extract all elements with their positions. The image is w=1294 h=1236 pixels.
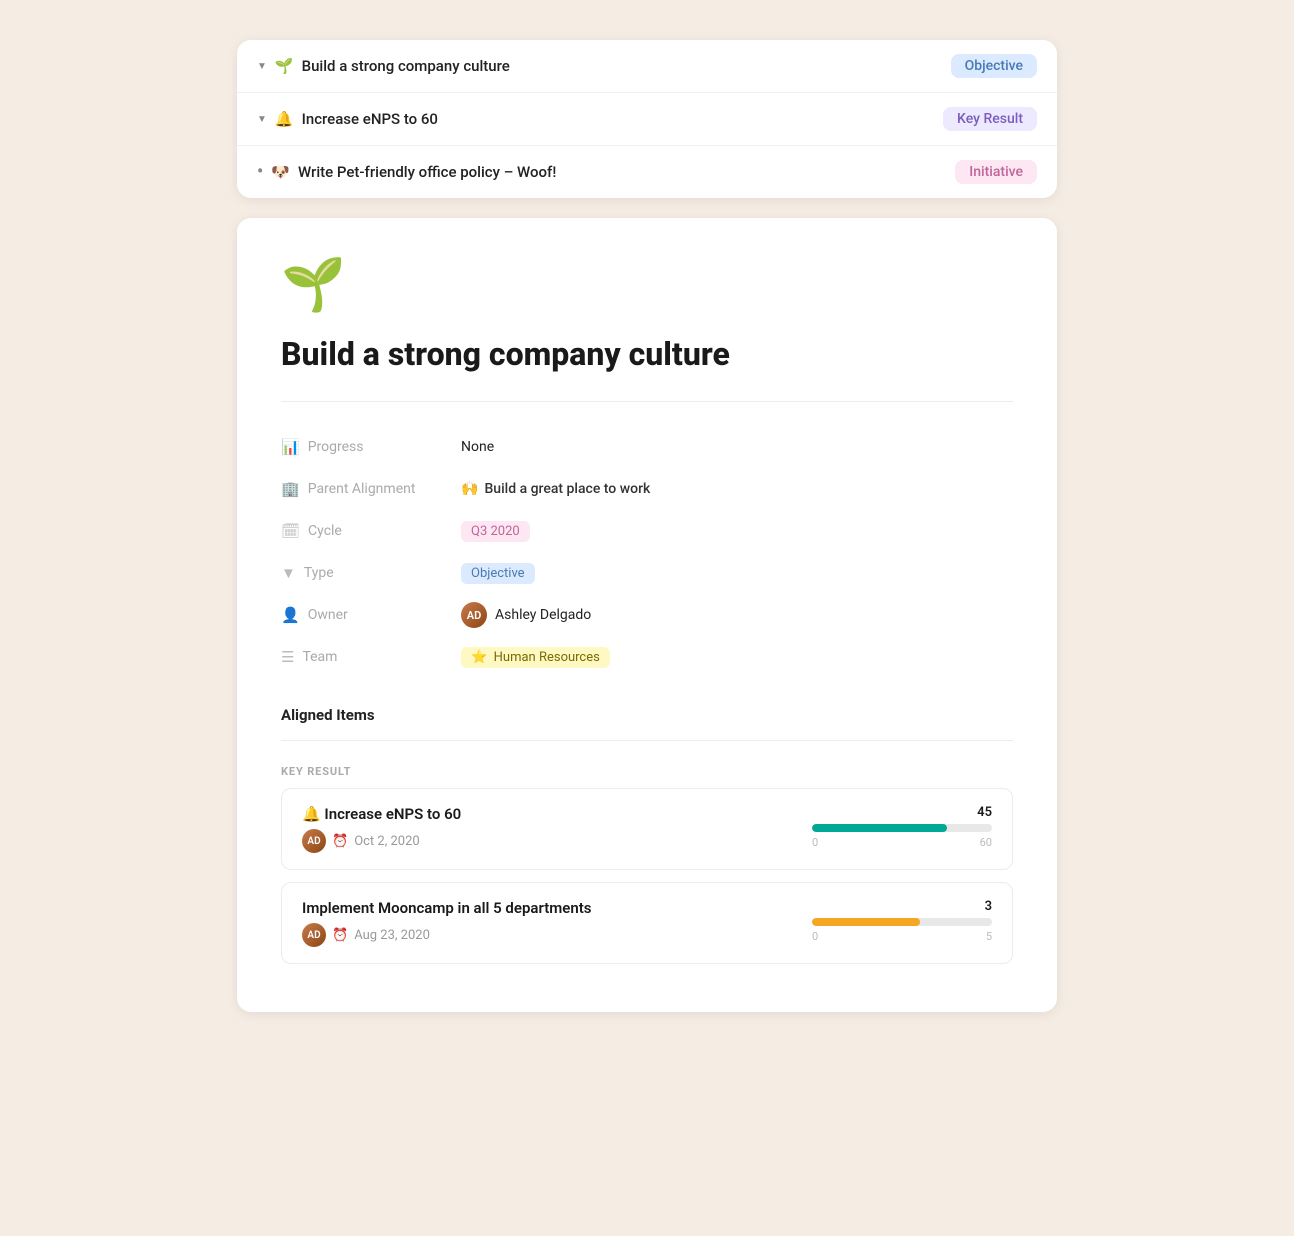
aligned-card-title-1: Implement Mooncamp in all 5 departments: [302, 899, 591, 917]
initiative-badge: Initiative: [955, 160, 1037, 184]
progress-range-0: 0 60: [812, 836, 992, 849]
clock-icon-0: ⏰: [332, 834, 348, 849]
aligned-card-0[interactable]: 🔔 Increase eNPS to 60 AD ⏰ Oct 2, 2020 4…: [281, 788, 1013, 870]
keyresult-badge: Key Result: [943, 107, 1037, 131]
parent-link[interactable]: 🙌 Build a great place to work: [461, 481, 1013, 497]
aligned-card-meta-1: AD ⏰ Aug 23, 2020: [302, 923, 591, 947]
owner-name: Ashley Delgado: [495, 607, 591, 623]
divider: [281, 401, 1013, 402]
team-emoji: ⭐: [471, 650, 487, 665]
team-badge[interactable]: ⭐ Human Resources: [461, 647, 610, 668]
aligned-items-title: Aligned Items: [281, 706, 1013, 724]
hierarchy-item-keyresult: ▼ 🔔 Increase eNPS to 60: [257, 110, 438, 128]
range-end-0: 60: [980, 836, 992, 849]
progress-section-0: 45 0 60: [812, 805, 992, 849]
chevron-icon: ▼: [257, 61, 267, 72]
meta-row-progress: 📊 Progress None: [281, 426, 1013, 468]
range-start-1: 0: [812, 930, 818, 943]
owner-row: AD Ashley Delgado: [461, 602, 1013, 628]
type-icon: ▼: [281, 564, 296, 582]
aligned-card-title-0: 🔔 Increase eNPS to 60: [302, 805, 461, 823]
detail-panel: 🌱 Build a strong company culture 📊 Progr…: [237, 218, 1057, 1012]
detail-title: Build a strong company culture: [281, 335, 1013, 373]
parent-emoji: 🙌: [461, 481, 478, 497]
avatar: AD: [461, 602, 487, 628]
aligned-card-1[interactable]: Implement Mooncamp in all 5 departments …: [281, 882, 1013, 964]
meta-row-team: ☰ Team ⭐ Human Resources: [281, 636, 1013, 678]
clock-icon-1: ⏰: [332, 928, 348, 943]
progress-bar-fill-1: [812, 918, 920, 926]
progress-section-1: 3 0 5: [812, 899, 992, 943]
objective-label: Build a strong company culture: [302, 57, 510, 75]
progress-value-1: 3: [812, 899, 992, 914]
type-badge[interactable]: Objective: [461, 563, 535, 584]
team-icon: ☰: [281, 648, 294, 666]
meta-row-type: ▼ Type Objective: [281, 552, 1013, 594]
progress-bar-container-0: [812, 824, 992, 832]
range-end-1: 5: [986, 930, 992, 943]
keyresult-emoji: 🔔: [275, 110, 294, 128]
hierarchy-row-initiative[interactable]: • 🐶 Write Pet-friendly office policy – W…: [237, 146, 1057, 198]
range-start-0: 0: [812, 836, 818, 849]
owner-label: 👤 Owner: [281, 606, 461, 624]
cycle-icon: 🗓: [281, 522, 300, 540]
parent-label: 🏢 Parent Alignment: [281, 480, 461, 498]
card-emoji-0: 🔔: [302, 805, 324, 823]
card-date-1: Aug 23, 2020: [354, 928, 430, 943]
keyresult-label: Increase eNPS to 60: [302, 110, 438, 128]
team-name: Human Resources: [494, 650, 600, 665]
progress-bar-container-1: [812, 918, 992, 926]
meta-table: 📊 Progress None 🏢 Parent Alignment 🙌 Bui…: [281, 426, 1013, 678]
hierarchy-row-keyresult[interactable]: ▼ 🔔 Increase eNPS to 60 Key Result: [237, 93, 1057, 146]
owner-icon: 👤: [281, 606, 300, 624]
cycle-label: 🗓 Cycle: [281, 522, 461, 540]
detail-emoji: 🌱: [281, 254, 1013, 315]
progress-value-0: 45: [812, 805, 992, 820]
aligned-card-left-1: Implement Mooncamp in all 5 departments …: [302, 899, 591, 947]
progress-range-1: 0 5: [812, 930, 992, 943]
parent-text: Build a great place to work: [484, 481, 650, 497]
progress-bar-fill-0: [812, 824, 947, 832]
progress-label: 📊 Progress: [281, 438, 461, 456]
progress-value: None: [461, 426, 1013, 468]
chevron-icon-kr: ▼: [257, 114, 267, 125]
meta-row-parent: 🏢 Parent Alignment 🙌 Build a great place…: [281, 468, 1013, 510]
initiative-emoji: 🐶: [271, 163, 290, 181]
hierarchy-panel: ▼ 🌱 Build a strong company culture Objec…: [237, 40, 1057, 198]
aligned-card-header-0: 🔔 Increase eNPS to 60 AD ⏰ Oct 2, 2020 4…: [302, 805, 992, 853]
parent-icon: 🏢: [281, 480, 300, 498]
bullet-icon: •: [257, 163, 263, 181]
aligned-card-header-1: Implement Mooncamp in all 5 departments …: [302, 899, 992, 947]
card-date-0: Oct 2, 2020: [354, 834, 420, 849]
hierarchy-item-objective: ▼ 🌱 Build a strong company culture: [257, 57, 510, 75]
divider-2: [281, 740, 1013, 741]
meta-row-cycle: 🗓 Cycle Q3 2020: [281, 510, 1013, 552]
hierarchy-item-initiative: • 🐶 Write Pet-friendly office policy – W…: [257, 163, 556, 181]
avatar-small-1: AD: [302, 923, 326, 947]
type-label: ▼ Type: [281, 564, 461, 582]
aligned-card-meta-0: AD ⏰ Oct 2, 2020: [302, 829, 461, 853]
cycle-badge[interactable]: Q3 2020: [461, 521, 530, 542]
initiative-label: Write Pet-friendly office policy – Woof!: [298, 163, 556, 181]
section-label: KEY RESULT: [281, 765, 1013, 778]
meta-row-owner: 👤 Owner AD Ashley Delgado: [281, 594, 1013, 636]
aligned-card-left-0: 🔔 Increase eNPS to 60 AD ⏰ Oct 2, 2020: [302, 805, 461, 853]
team-label: ☰ Team: [281, 648, 461, 666]
avatar-small-0: AD: [302, 829, 326, 853]
hierarchy-row-objective[interactable]: ▼ 🌱 Build a strong company culture Objec…: [237, 40, 1057, 93]
objective-badge: Objective: [951, 54, 1037, 78]
objective-emoji: 🌱: [275, 57, 294, 75]
progress-icon: 📊: [281, 438, 300, 456]
